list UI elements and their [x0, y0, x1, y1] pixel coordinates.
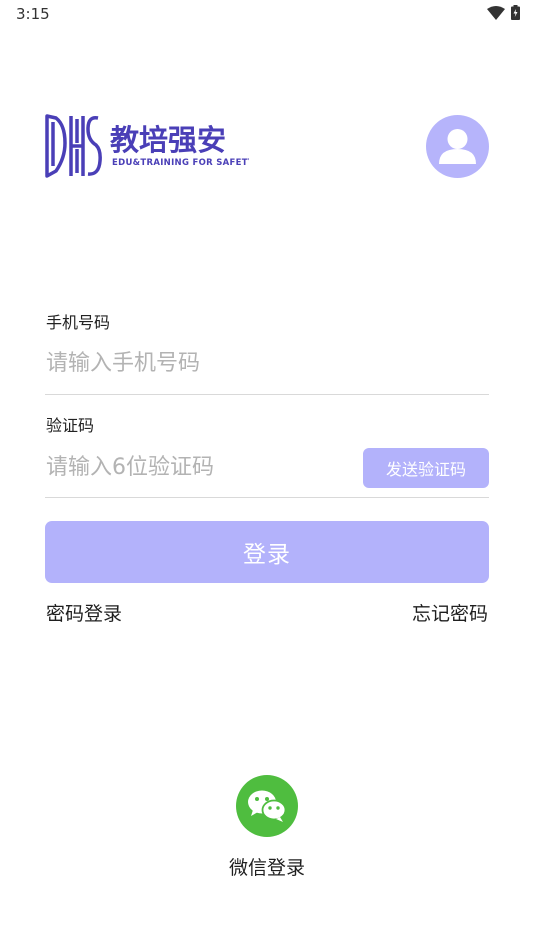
status-icons [487, 5, 520, 20]
login-button[interactable]: 登录 [45, 521, 489, 583]
logo-title: 教培强安 [110, 123, 226, 157]
user-avatar[interactable] [426, 115, 489, 178]
battery-icon [511, 5, 520, 20]
login-screen: 3:15 教培强安 EDU&TRAINING FOR SAFETY 手机号码 请… [0, 0, 534, 950]
logo-subtitle: EDU&TRAINING FOR SAFETY [112, 158, 249, 168]
forgot-password-link[interactable]: 忘记密码 [412, 599, 488, 626]
wifi-icon [487, 5, 505, 20]
code-label: 验证码 [46, 416, 95, 435]
phone-label: 手机号码 [46, 313, 111, 332]
wechat-login-label: 微信登录 [228, 857, 305, 879]
code-divider [45, 497, 489, 498]
code-input[interactable] [46, 450, 346, 484]
phone-input[interactable] [46, 346, 486, 380]
status-bar: 3:15 [0, 0, 534, 28]
wechat-login-button[interactable] [236, 775, 298, 837]
user-icon [439, 129, 476, 164]
send-code-button[interactable]: 发送验证码 [363, 448, 489, 488]
app-logo: 教培强安 EDU&TRAINING FOR SAFETY [44, 113, 255, 181]
phone-divider [45, 394, 489, 395]
status-time: 3:15 [16, 5, 50, 23]
wechat-icon [248, 790, 287, 822]
password-login-link[interactable]: 密码登录 [46, 599, 122, 626]
